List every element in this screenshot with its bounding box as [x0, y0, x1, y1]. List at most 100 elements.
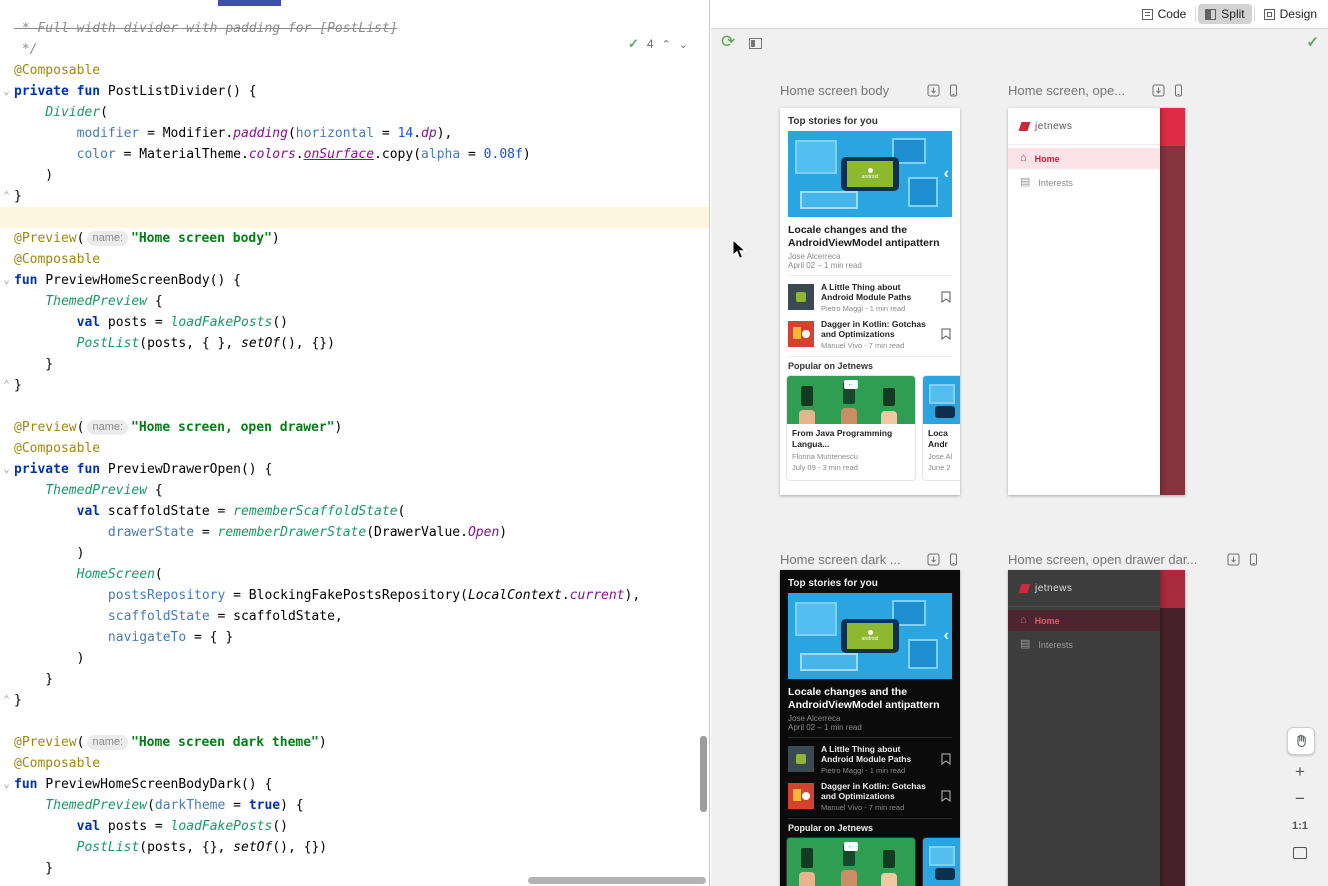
editor-vertical-scrollbar[interactable]: [700, 736, 707, 812]
run-on-device-icon[interactable]: [947, 553, 960, 566]
bookmark-icon[interactable]: [941, 790, 951, 802]
code-line[interactable]: @Composable: [0, 438, 709, 459]
code-line[interactable]: [0, 396, 709, 417]
code-line[interactable]: modifier = Modifier.padding(horizontal =…: [0, 123, 709, 144]
mode-design-button[interactable]: Design: [1257, 4, 1324, 24]
build-refresh-icon[interactable]: [927, 84, 940, 97]
code-line[interactable]: ): [0, 648, 709, 669]
code-line[interactable]: private fun PostListDivider() {: [0, 81, 709, 102]
code-line[interactable]: @Preview(name:"Home screen, open drawer"…: [0, 417, 709, 438]
prev-issue-icon[interactable]: ⌃: [662, 38, 671, 51]
inspections-widget[interactable]: ✓ 4 ⌃ ⌄: [623, 35, 693, 53]
preview-card-open-drawer[interactable]: jetnews ⌂ Home ▤ Interests: [1008, 108, 1185, 495]
code-line[interactable]: [0, 207, 709, 228]
code-editor[interactable]: * Full-width divider with padding for [P…: [0, 0, 710, 886]
post-list-item[interactable]: A Little Thing about Android Module Path…: [788, 280, 952, 314]
fold-marker-icon[interactable]: ⌄: [1, 459, 12, 480]
next-issue-icon[interactable]: ⌄: [679, 38, 688, 51]
design-mode-icon: [1264, 9, 1275, 20]
code-line[interactable]: */: [0, 39, 709, 60]
code-line[interactable]: PostList(posts, {}, setOf(), {}): [0, 837, 709, 858]
code-line[interactable]: ThemedPreview {: [0, 291, 709, 312]
editor-horizontal-scrollbar[interactable]: [528, 877, 706, 884]
fold-marker-icon[interactable]: ⌄: [1, 81, 12, 102]
refresh-previews-icon[interactable]: ⟳: [721, 32, 735, 52]
code-line[interactable]: ThemedPreview(darkTheme = true) {: [0, 795, 709, 816]
code-line[interactable]: @Composable: [0, 60, 709, 81]
drawer-item-home[interactable]: ⌂ Home: [1008, 148, 1160, 169]
code-line[interactable]: color = MaterialTheme.colors.onSurface.c…: [0, 144, 709, 165]
code-line[interactable]: fun PreviewHomeScreenBody() {: [0, 270, 709, 291]
bookmark-icon[interactable]: [941, 291, 951, 303]
code-line[interactable]: val posts = loadFakePosts(): [0, 816, 709, 837]
code-line[interactable]: HomeScreen(: [0, 564, 709, 585]
code-line[interactable]: }: [0, 858, 709, 879]
drawer-item-label: Home: [1035, 154, 1060, 164]
code-line[interactable]: [0, 711, 709, 732]
popular-card[interactable]: ← From Java Programming Langua... Florin…: [786, 375, 916, 481]
preview-title: Home screen, ope...: [1008, 83, 1125, 98]
fold-marker-icon[interactable]: ⌃: [1, 186, 12, 207]
code-line[interactable]: ): [0, 165, 709, 186]
preview-card-open-drawer-dark[interactable]: jetnews ⌂ Home ▤ Interests: [1008, 570, 1185, 886]
fold-marker-icon[interactable]: ⌃: [1, 375, 12, 396]
drawer-item-interests[interactable]: ▤ Interests: [1008, 172, 1160, 193]
drawer-item-label: Interests: [1038, 178, 1073, 188]
drawer-item-home[interactable]: ⌂ Home: [1008, 610, 1160, 631]
code-line[interactable]: postsRepository = BlockingFakePostsRepos…: [0, 585, 709, 606]
code-line[interactable]: val scaffoldState = rememberScaffoldStat…: [0, 501, 709, 522]
run-on-device-icon[interactable]: [1247, 553, 1260, 566]
build-refresh-icon[interactable]: [927, 553, 940, 566]
code-line[interactable]: @Composable: [0, 753, 709, 774]
code-line[interactable]: Divider(: [0, 102, 709, 123]
code-line[interactable]: PostList(posts, { }, setOf(), {}): [0, 333, 709, 354]
fold-marker-icon[interactable]: ⌃: [1, 690, 12, 711]
zoom-to-fit-button[interactable]: [1287, 840, 1313, 864]
preview-card-home-screen-dark[interactable]: Top stories for you android ‹ Locale cha…: [780, 570, 960, 886]
fold-marker-icon[interactable]: ⌄: [1, 774, 12, 795]
post-author: Jose Alcerreca: [788, 252, 952, 261]
post-list-item[interactable]: Dagger in Kotlin: Gotchas and Optimizati…: [788, 779, 952, 813]
zoom-in-button[interactable]: +: [1287, 760, 1313, 784]
code-line[interactable]: }: [0, 186, 709, 207]
gallery-view-icon[interactable]: [749, 38, 762, 49]
post-list-item[interactable]: Dagger in Kotlin: Gotchas and Optimizati…: [788, 317, 952, 351]
code-line[interactable]: navigateTo = { }: [0, 627, 709, 648]
popular-card-partial[interactable]: Loca Andr Jose Al: [922, 837, 960, 886]
zoom-actual-size-button[interactable]: 1:1: [1287, 814, 1313, 838]
code-line[interactable]: }: [0, 669, 709, 690]
run-on-device-icon[interactable]: [947, 84, 960, 97]
popular-card-image: ←: [787, 838, 915, 886]
drawer-item-interests[interactable]: ▤ Interests: [1008, 634, 1160, 655]
code-line[interactable]: private fun PreviewDrawerOpen() {: [0, 459, 709, 480]
bookmark-icon[interactable]: [941, 328, 951, 340]
pan-tool-button[interactable]: [1287, 727, 1315, 755]
code-line[interactable]: val posts = loadFakePosts(): [0, 312, 709, 333]
run-on-device-icon[interactable]: [1172, 84, 1185, 97]
popular-card-partial[interactable]: Loca Andr Jose Al June 2: [922, 375, 960, 481]
code-line[interactable]: @Preview(name:"Home screen body"): [0, 228, 709, 249]
code-line[interactable]: @Preview(name:"Home screen dark theme"): [0, 732, 709, 753]
code-line[interactable]: * Full-width divider with padding for [P…: [0, 18, 709, 39]
code-line[interactable]: ): [0, 543, 709, 564]
mode-code-button[interactable]: Code: [1135, 4, 1194, 24]
bookmark-icon[interactable]: [941, 753, 951, 765]
code-line[interactable]: }: [0, 354, 709, 375]
popular-card[interactable]: ← From Java Programming Langua... Florin…: [786, 837, 916, 886]
code-line[interactable]: }: [0, 375, 709, 396]
fold-marker-icon[interactable]: ⌄: [1, 270, 12, 291]
code-line[interactable]: }: [0, 690, 709, 711]
code-line[interactable]: fun PreviewHomeScreenBodyDark() {: [0, 774, 709, 795]
preview-card-home-screen-body[interactable]: Top stories for you android ‹ Locale cha…: [780, 108, 960, 495]
code-line[interactable]: drawerState = rememberDrawerState(Drawer…: [0, 522, 709, 543]
code-line[interactable]: ThemedPreview {: [0, 480, 709, 501]
code-line[interactable]: scaffoldState = scaffoldState,: [0, 606, 709, 627]
build-refresh-icon[interactable]: [1227, 553, 1240, 566]
preview-uptodate-check-icon: ✓: [1306, 33, 1319, 51]
code-line[interactable]: @Composable: [0, 249, 709, 270]
post-thumbnail: [788, 746, 814, 772]
mode-split-button[interactable]: Split: [1198, 4, 1251, 24]
post-list-item[interactable]: A Little Thing about Android Module Path…: [788, 742, 952, 776]
zoom-out-button[interactable]: −: [1287, 787, 1313, 811]
build-refresh-icon[interactable]: [1152, 84, 1165, 97]
